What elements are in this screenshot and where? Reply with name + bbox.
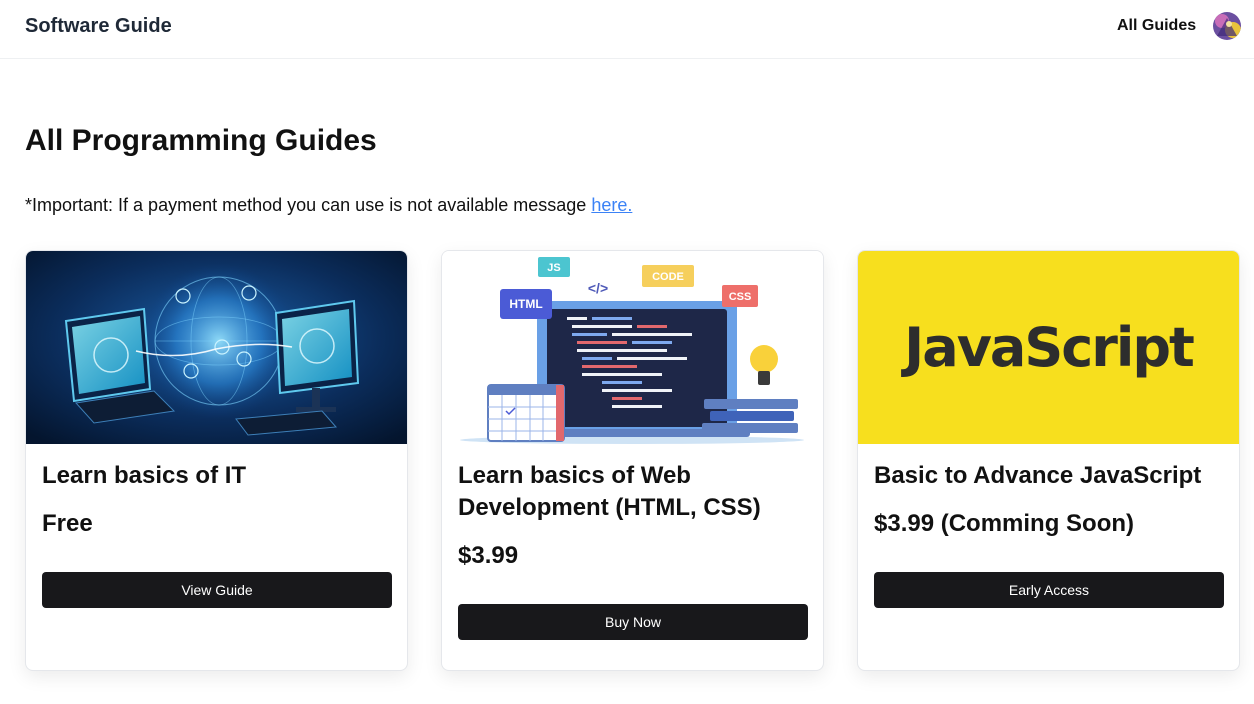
web-dev-laptop-icon: JS </> CODE HTML CSS [442, 251, 823, 444]
guide-card-javascript: JavaScript Basic to Advance JavaScript $… [857, 250, 1240, 671]
card-body: Learn basics of IT Free View Guide [26, 460, 407, 608]
card-title: Learn basics of Web Development (HTML, C… [458, 462, 761, 521]
avatar[interactable] [1213, 12, 1241, 40]
payment-notice: *Important: If a payment method you can … [25, 195, 632, 215]
javascript-logo-text: JavaScript [904, 316, 1195, 379]
code-tag-symbol: </> [588, 280, 608, 296]
guide-card-web-dev: JS </> CODE HTML CSS Learn basics of Web… [441, 250, 824, 671]
avatar-image [1213, 12, 1241, 40]
web-dev-laptop-illustration: JS </> CODE HTML CSS [442, 251, 823, 444]
nav-all-guides-link[interactable]: All Guides [1117, 17, 1196, 35]
view-guide-button[interactable]: View Guide [42, 572, 392, 608]
brand-logo-text[interactable]: Software Guide [25, 15, 172, 37]
javascript-logo-icon: JavaScript [858, 251, 1239, 444]
guide-card-it-basics: Learn basics of IT Free View Guide [25, 250, 408, 671]
css-tag-label: CSS [729, 291, 752, 303]
card-title: Basic to Advance JavaScript [874, 462, 1202, 489]
card-price: Free [42, 510, 93, 537]
network-globe-icon [26, 251, 407, 444]
card-body: Basic to Advance JavaScript $3.99 (Commi… [858, 460, 1239, 608]
code-tag-label: CODE [652, 271, 684, 283]
card-price: $3.99 (Comming Soon) [874, 510, 1135, 537]
card-title: Learn basics of IT [42, 462, 247, 489]
top-navbar: Software Guide All Guides [0, 0, 1254, 59]
js-tag-label: JS [547, 262, 560, 274]
javascript-logo: JavaScript [858, 251, 1239, 444]
message-here-link[interactable]: here. [591, 195, 632, 215]
html-tag-label: HTML [509, 297, 542, 311]
network-globe-illustration [26, 251, 407, 444]
page-title: All Programming Guides [25, 124, 377, 157]
early-access-button[interactable]: Early Access [874, 572, 1224, 608]
card-body: Learn basics of Web Development (HTML, C… [442, 460, 823, 640]
card-price: $3.99 [458, 542, 519, 569]
buy-now-button[interactable]: Buy Now [458, 604, 808, 640]
payment-notice-text: *Important: If a payment method you can … [25, 195, 592, 215]
